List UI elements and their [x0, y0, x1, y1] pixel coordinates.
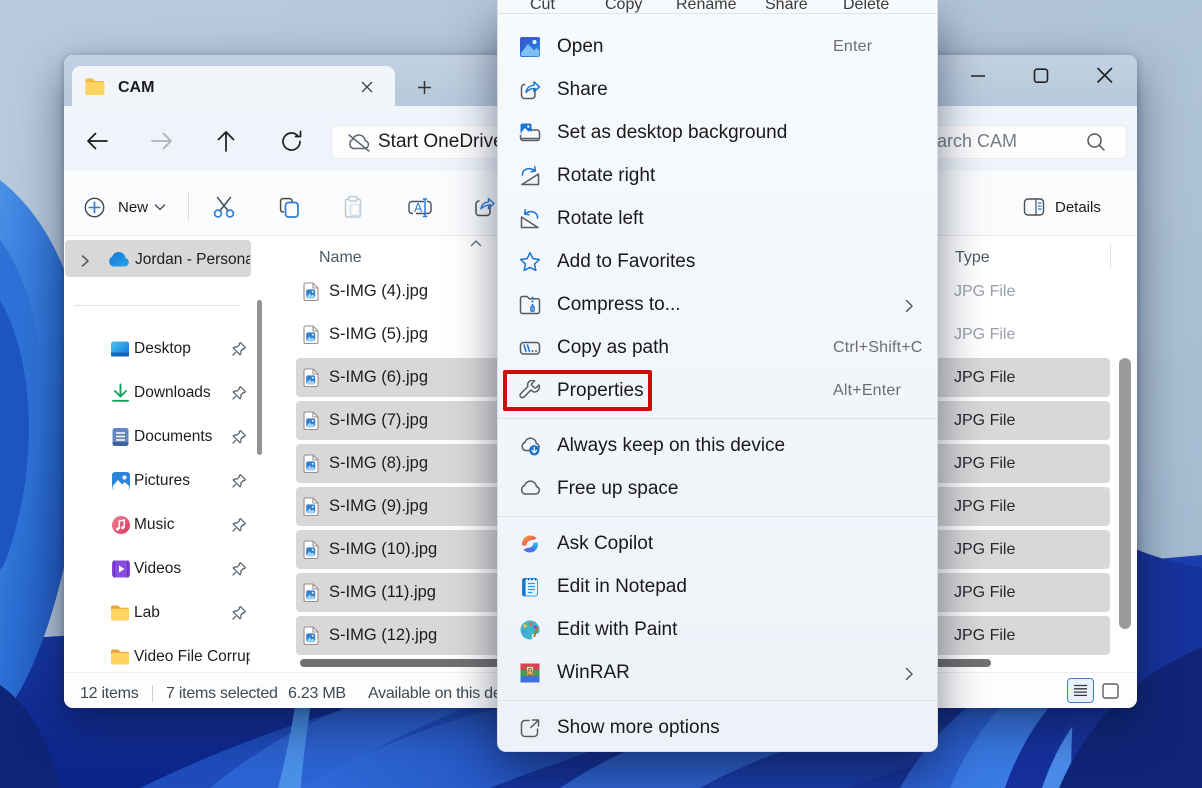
svg-text:A: A [414, 201, 423, 215]
